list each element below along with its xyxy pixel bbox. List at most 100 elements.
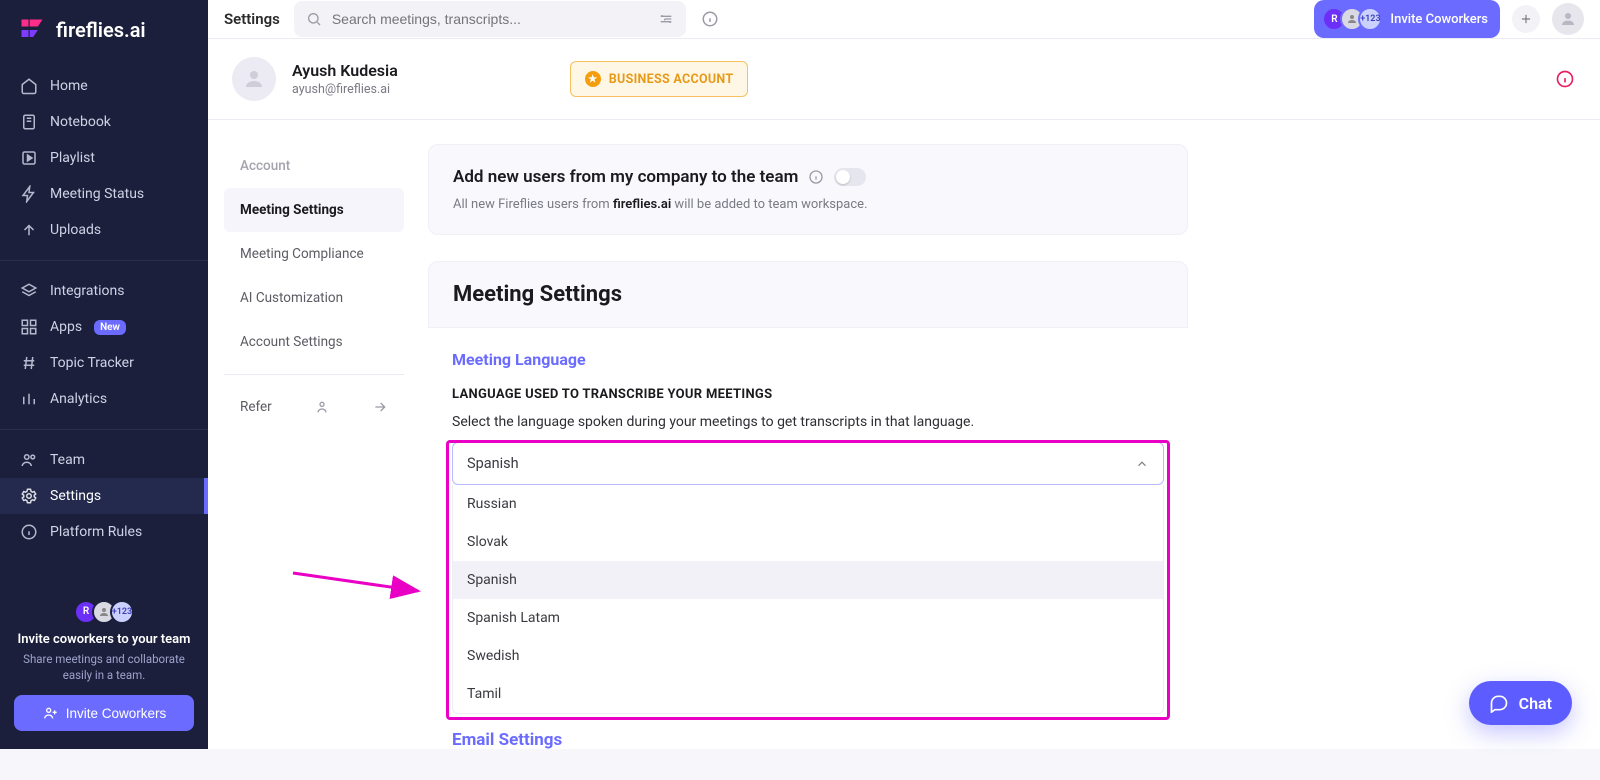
- nav-label: Apps: [50, 319, 82, 335]
- settings-content: Account Meeting Settings Meeting Complia…: [208, 120, 1600, 780]
- add-button[interactable]: [1512, 5, 1540, 33]
- upload-icon: [20, 221, 38, 239]
- language-option[interactable]: Tamil: [453, 675, 1163, 713]
- meeting-settings-body: Meeting Language LANGUAGE USED TO TRANSC…: [428, 328, 1188, 780]
- nav-platform-rules[interactable]: Platform Rules: [0, 514, 208, 550]
- language-option[interactable]: Spanish: [453, 561, 1163, 599]
- subnav-account-settings[interactable]: Account Settings: [224, 320, 404, 364]
- nav-analytics[interactable]: Analytics: [0, 381, 208, 417]
- language-option[interactable]: Slovak: [453, 523, 1163, 561]
- language-selected-value: Spanish: [467, 455, 519, 472]
- subnav-meeting-settings[interactable]: Meeting Settings: [224, 188, 404, 232]
- current-user-avatar[interactable]: [1552, 3, 1584, 35]
- search-icon: [306, 11, 322, 27]
- profile-avatar: [232, 57, 276, 101]
- new-badge: New: [94, 320, 126, 335]
- nav-apps[interactable]: Apps New: [0, 309, 208, 345]
- invite-coworkers-button[interactable]: Invite Coworkers: [14, 695, 194, 731]
- topbar-invite-label: Invite Coworkers: [1390, 12, 1488, 27]
- nav-label: Settings: [50, 488, 101, 504]
- brand-logo[interactable]: fireflies.ai: [0, 0, 208, 62]
- nav-label: Topic Tracker: [50, 355, 134, 371]
- add-users-title: Add new users from my company to the tea…: [453, 167, 798, 187]
- chat-button[interactable]: Chat: [1469, 681, 1572, 725]
- add-users-subtitle: All new Fireflies users from fireflies.a…: [453, 197, 1163, 212]
- nav-integrations[interactable]: Integrations: [0, 273, 208, 309]
- refer-label: Refer: [240, 399, 272, 415]
- nav-group-3: Team Settings Platform Rules: [0, 436, 208, 556]
- nav-uploads[interactable]: Uploads: [0, 212, 208, 248]
- nav-label: Platform Rules: [50, 524, 142, 540]
- topbar-invite-coworkers-button[interactable]: R +123 Invite Coworkers: [1314, 0, 1500, 38]
- chevron-up-icon: [1135, 457, 1149, 471]
- subnav-refer[interactable]: Refer: [224, 385, 404, 429]
- chat-label: Chat: [1519, 694, 1552, 713]
- notebook-icon: [20, 113, 38, 131]
- nav-group-1: Home Notebook Playlist Meeting Status Up…: [0, 62, 208, 254]
- avatar-count-badge: +123: [110, 600, 134, 624]
- nav-meeting-status[interactable]: Meeting Status: [0, 176, 208, 212]
- language-select-area: Spanish Russian Slovak Spanish Spanish L…: [452, 442, 1164, 714]
- info-alert-icon[interactable]: [1554, 68, 1576, 90]
- stack-icon: [20, 282, 38, 300]
- filter-icon[interactable]: [658, 11, 674, 27]
- profile-email: ayush@fireflies.ai: [292, 82, 398, 97]
- language-option[interactable]: Russian: [453, 485, 1163, 523]
- info-icon[interactable]: [808, 169, 824, 185]
- invite-panel-subtitle: Share meetings and collaborate easily in…: [14, 651, 194, 683]
- nav-label: Meeting Status: [50, 186, 144, 202]
- bolt-icon: [20, 185, 38, 203]
- subnav-meeting-compliance[interactable]: Meeting Compliance: [224, 232, 404, 276]
- language-dropdown: Russian Slovak Spanish Spanish Latam Swe…: [452, 485, 1164, 714]
- nav-label: Notebook: [50, 114, 111, 130]
- chart-icon: [20, 390, 38, 408]
- invite-panel-title: Invite coworkers to your team: [14, 632, 194, 647]
- add-users-toggle[interactable]: [834, 168, 866, 186]
- nav-label: Home: [50, 78, 88, 94]
- nav-home[interactable]: Home: [0, 68, 208, 104]
- language-option[interactable]: Swedish: [453, 637, 1163, 675]
- nav-settings[interactable]: Settings: [0, 478, 208, 514]
- home-icon: [20, 77, 38, 95]
- avatar-count-badge: +123: [1358, 7, 1382, 31]
- nav-notebook[interactable]: Notebook: [0, 104, 208, 140]
- sidebar-invite-panel: R +123 Invite coworkers to your team Sha…: [0, 582, 208, 749]
- help-icon[interactable]: [700, 9, 720, 29]
- language-option[interactable]: Spanish Latam: [453, 599, 1163, 637]
- annotation-arrow: [288, 565, 428, 605]
- star-icon: ★: [585, 71, 601, 87]
- profile-bar: Ayush Kudesia ayush@fireflies.ai ★ BUSIN…: [208, 39, 1600, 120]
- meeting-language-helper: Select the language spoken during your m…: [452, 414, 1164, 430]
- language-select[interactable]: Spanish: [452, 442, 1164, 485]
- apps-icon: [20, 318, 38, 336]
- sidebar: fireflies.ai Home Notebook Playlist Meet…: [0, 0, 208, 749]
- user-icon: [1559, 10, 1577, 28]
- users-icon: [20, 451, 38, 469]
- settings-body: Add new users from my company to the tea…: [428, 144, 1220, 780]
- invite-button-label: Invite Coworkers: [66, 706, 167, 721]
- avatar-stack: R +123: [14, 600, 194, 624]
- meeting-language-upper-label: LANGUAGE USED TO TRANSCRIBE YOUR MEETING…: [452, 387, 1164, 402]
- search-input[interactable]: [332, 11, 648, 27]
- subnav-ai-customization[interactable]: AI Customization: [224, 276, 404, 320]
- add-users-card: Add new users from my company to the tea…: [428, 144, 1188, 235]
- topbar: Settings R +123 Invite Coworkers: [208, 0, 1600, 39]
- nav-label: Team: [50, 452, 85, 468]
- search-field[interactable]: [294, 1, 686, 37]
- page-title: Settings: [224, 10, 280, 28]
- nav-playlist[interactable]: Playlist: [0, 140, 208, 176]
- meeting-settings-heading: Meeting Settings: [428, 261, 1188, 328]
- nav-label: Playlist: [50, 150, 95, 166]
- chat-icon: [1489, 693, 1509, 713]
- main: Settings R +123 Invite Coworkers: [208, 0, 1600, 749]
- hash-icon: [20, 354, 38, 372]
- nav-label: Uploads: [50, 222, 101, 238]
- nav-topic-tracker[interactable]: Topic Tracker: [0, 345, 208, 381]
- user-plus-icon: [42, 705, 58, 721]
- nav-divider: [0, 429, 208, 430]
- brand-name: fireflies.ai: [56, 18, 146, 42]
- nav-label: Integrations: [50, 283, 124, 299]
- subnav-account[interactable]: Account: [224, 144, 404, 188]
- nav-label: Analytics: [50, 391, 107, 407]
- nav-team[interactable]: Team: [0, 442, 208, 478]
